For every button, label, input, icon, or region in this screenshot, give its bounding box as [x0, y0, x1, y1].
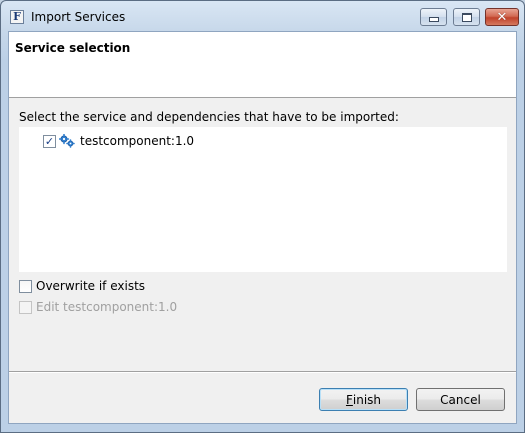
tree-item-label: testcomponent:1.0 [80, 134, 195, 148]
edit-option: Edit testcomponent:1.0 [19, 300, 177, 314]
title-bar[interactable]: F Import Services ✕ [1, 1, 524, 31]
app-icon: F [10, 10, 24, 24]
finish-button[interactable]: Finish [319, 388, 408, 411]
tree-item[interactable]: ✓ testcomponent:1.0 [43, 133, 194, 149]
window-title: Import Services [31, 10, 126, 24]
minimize-icon [428, 17, 439, 22]
gears-icon [59, 134, 75, 148]
tree-item-checkbox[interactable]: ✓ [43, 134, 56, 148]
overwrite-checkbox[interactable] [19, 279, 32, 293]
finish-mnemonic: F [345, 392, 353, 407]
service-tree[interactable]: ✓ testcomponent:1.0 [19, 127, 507, 272]
button-separator [9, 371, 516, 373]
maximize-button[interactable] [453, 8, 480, 26]
edit-label: Edit testcomponent:1.0 [36, 300, 178, 314]
dialog-window: F Import Services ✕ Service selection Se… [0, 0, 525, 433]
header-banner: Service selection [9, 32, 516, 98]
edit-checkbox [19, 300, 32, 314]
page-title: Service selection [15, 41, 131, 55]
close-button[interactable]: ✕ [485, 8, 519, 26]
overwrite-label: Overwrite if exists [36, 279, 146, 293]
minimize-button[interactable] [420, 8, 447, 26]
close-icon: ✕ [496, 9, 508, 25]
cancel-button[interactable]: Cancel [416, 388, 505, 411]
instruction-label: Select the service and dependencies that… [19, 110, 399, 124]
overwrite-option[interactable]: Overwrite if exists [19, 279, 145, 293]
maximize-icon [461, 12, 472, 22]
finish-label-rest: inish [352, 392, 382, 407]
dialog-client-area: Service selection Select the service and… [8, 31, 517, 424]
checkmark-icon: ✓ [44, 134, 55, 148]
